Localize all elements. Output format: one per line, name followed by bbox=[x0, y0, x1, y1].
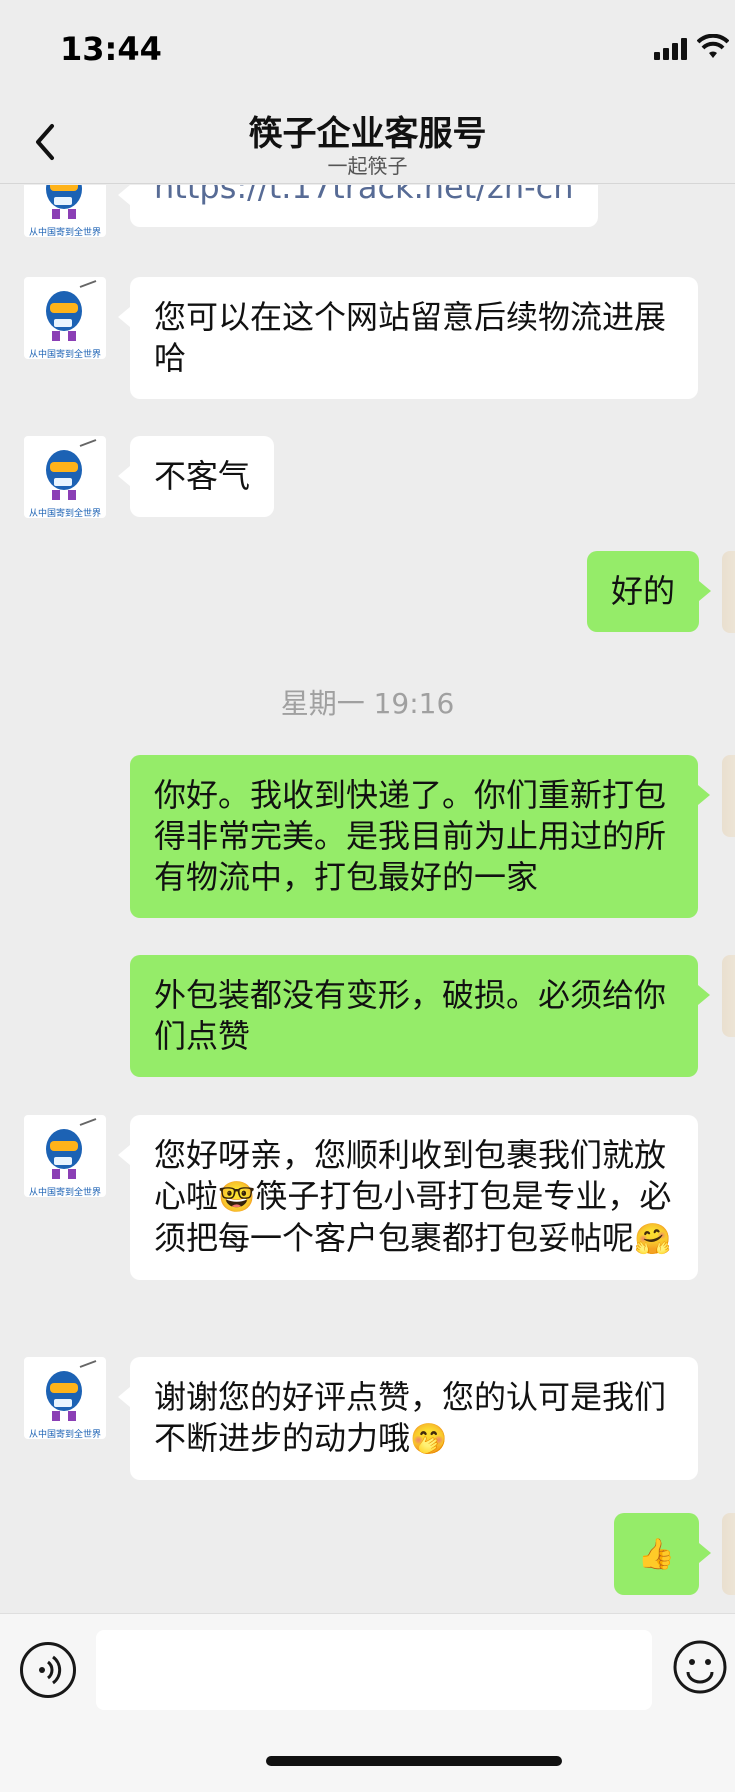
message-bubble[interactable]: https://t.17track.net/zh-cn bbox=[118, 185, 598, 227]
avatar-caption: 从中国寄到全世界 bbox=[28, 1188, 101, 1197]
message-text: 你好。我收到快递了。你们重新打包得非常完美。是我目前为止用过的所有物流中，打包最… bbox=[154, 776, 667, 896]
avatar-caption: 从中国寄到全世界 bbox=[28, 228, 101, 237]
message-text: 外包装都没有变形，破损。必须给你们点赞 bbox=[154, 976, 667, 1055]
message-bubble[interactable]: 外包装都没有变形，破损。必须给你们点赞 bbox=[130, 955, 710, 1077]
agent-avatar[interactable]: 从中国寄到全世界 bbox=[24, 1357, 106, 1439]
chat-subtitle: 一起筷子 bbox=[327, 154, 408, 178]
avatar-caption: 从中国寄到全世界 bbox=[28, 350, 101, 359]
user-avatar[interactable] bbox=[722, 1513, 735, 1595]
avatar-caption: 从中国寄到全世界 bbox=[28, 1430, 101, 1439]
signal-icon bbox=[654, 38, 687, 60]
user-avatar[interactable] bbox=[722, 755, 735, 837]
avatar-caption: 从中国寄到全世界 bbox=[28, 509, 101, 518]
agent-avatar[interactable]: 从中国寄到全世界 bbox=[24, 277, 106, 359]
agent-avatar[interactable]: 从中国寄到全世界 bbox=[24, 1115, 106, 1197]
emoji-button-icon[interactable] bbox=[672, 1639, 728, 1695]
user-avatar[interactable] bbox=[722, 551, 735, 633]
hugging-face-emoji-icon: 🤗 bbox=[634, 1222, 672, 1257]
status-bar: 13:44 bbox=[0, 0, 735, 100]
status-time: 13:44 bbox=[60, 30, 162, 68]
message-text: 不客气 bbox=[154, 457, 251, 495]
message-link[interactable]: https://t.17track.net/zh-cn bbox=[154, 185, 574, 206]
message-bubble[interactable]: 不客气 bbox=[117, 436, 275, 517]
nerd-face-emoji-icon: 🤓 bbox=[218, 1180, 256, 1215]
wifi-icon bbox=[697, 34, 729, 58]
face-with-hand-over-mouth-emoji-icon: 🤭 bbox=[410, 1422, 448, 1457]
user-avatar[interactable] bbox=[722, 955, 735, 1037]
nav-bar: 筷子企业客服号 一起筷子 bbox=[0, 100, 735, 184]
message-input[interactable] bbox=[96, 1630, 652, 1710]
message-bubble[interactable]: 👍 bbox=[613, 1513, 712, 1595]
agent-avatar[interactable]: 从中国寄到全世界 bbox=[24, 436, 106, 518]
thumbs-up-emoji-icon: 👍 bbox=[637, 1537, 675, 1572]
voice-button[interactable] bbox=[20, 1642, 76, 1698]
chat-area[interactable]: 从中国寄到全世界 https://t.17track.net/zh-cn 从中国… bbox=[0, 185, 735, 1613]
message-bubble[interactable]: 你好。我收到快递了。你们重新打包得非常完美。是我目前为止用过的所有物流中，打包最… bbox=[130, 755, 710, 918]
agent-avatar[interactable]: 从中国寄到全世界 bbox=[24, 185, 106, 237]
message-bubble[interactable]: 谢谢您的好评点赞，您的认可是我们不断进步的动力哦🤭 bbox=[118, 1357, 698, 1480]
message-bubble[interactable]: 您可以在这个网站留意后续物流进展哈 bbox=[118, 277, 698, 399]
message-bubble[interactable]: 好的 bbox=[586, 551, 712, 632]
chat-title: 筷子企业客服号 bbox=[248, 114, 487, 154]
message-bubble[interactable]: 您好呀亲，您顺利收到包裹我们就放心啦🤓筷子打包小哥打包是专业，必须把每一个客户包… bbox=[118, 1115, 698, 1280]
timestamp: 星期一 19:16 bbox=[280, 687, 455, 720]
message-text: 您可以在这个网站留意后续物流进展哈 bbox=[154, 298, 667, 377]
voice-icon bbox=[39, 1655, 62, 1685]
message-text: 好的 bbox=[610, 572, 675, 610]
home-indicator bbox=[266, 1756, 562, 1766]
